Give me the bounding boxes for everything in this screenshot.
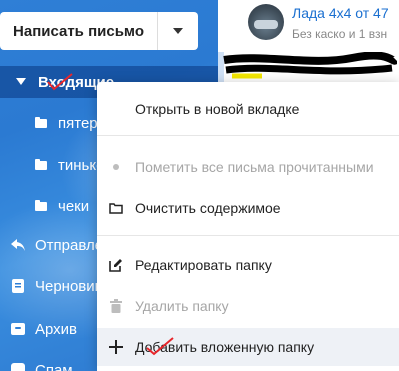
menu-item-label: Пометить все письма прочитанными — [135, 159, 374, 175]
menu-divider — [97, 135, 399, 136]
menu-item-label: Удалить папку — [135, 298, 229, 314]
sidebar-item-label: Спам — [35, 361, 73, 371]
draft-icon — [9, 278, 27, 294]
folder-icon — [32, 198, 50, 214]
edit-icon — [97, 258, 135, 272]
red-check-mark — [47, 73, 73, 91]
chevron-down-icon — [12, 74, 30, 90]
sidebar-item-label: Архив — [35, 320, 78, 338]
sidebar-item-spam[interactable]: Спам — [0, 354, 73, 371]
menu-delete-folder[interactable]: Удалить папку — [97, 287, 399, 325]
message-snippet: Без каско и 1 взн — [292, 27, 388, 41]
sidebar-item-receipts[interactable]: чеки — [0, 190, 89, 222]
chevron-down-icon — [173, 28, 183, 34]
red-check-mark — [146, 337, 174, 356]
sidebar-item-label: чеки — [58, 197, 90, 215]
dot-icon — [97, 164, 135, 170]
folder-icon — [32, 115, 50, 131]
message-row[interactable]: Лада 4x4 от 47 Без каско и 1 взн — [218, 0, 399, 52]
menu-open-new-tab[interactable]: Открыть в новой вкладке — [97, 90, 399, 128]
reply-icon — [9, 237, 27, 253]
menu-edit-folder[interactable]: Редактировать папку — [97, 246, 399, 284]
compose-button[interactable]: Написать письмо — [0, 12, 158, 50]
menu-add-subfolder[interactable]: Добавить вложенную папку — [97, 328, 399, 366]
plus-icon — [97, 340, 135, 354]
trash-icon — [97, 299, 135, 313]
folder-outline-icon — [97, 202, 135, 214]
spam-icon — [9, 362, 27, 371]
sidebar-item-drafts[interactable]: Черновики — [0, 270, 110, 302]
folder-context-menu: Открыть в новой вкладке Пометить все пис… — [97, 82, 399, 371]
folder-icon — [32, 157, 50, 173]
menu-item-label: Редактировать папку — [135, 257, 272, 273]
compose-options-button[interactable] — [158, 12, 198, 50]
redaction-scribble — [223, 52, 397, 79]
menu-item-label: Очистить содержимое — [135, 200, 281, 216]
sidebar-item-archive[interactable]: Архив — [0, 313, 77, 345]
compose-group: Написать письмо — [0, 12, 198, 50]
menu-clear-contents[interactable]: Очистить содержимое — [97, 189, 399, 227]
menu-mark-all-read[interactable]: Пометить все письма прочитанными — [97, 148, 399, 186]
message-subject: Лада 4x4 от 47 — [292, 5, 389, 21]
menu-item-label: Открыть в новой вкладке — [135, 101, 300, 117]
menu-divider — [97, 235, 399, 236]
sender-avatar — [248, 4, 284, 40]
archive-icon — [9, 321, 27, 337]
